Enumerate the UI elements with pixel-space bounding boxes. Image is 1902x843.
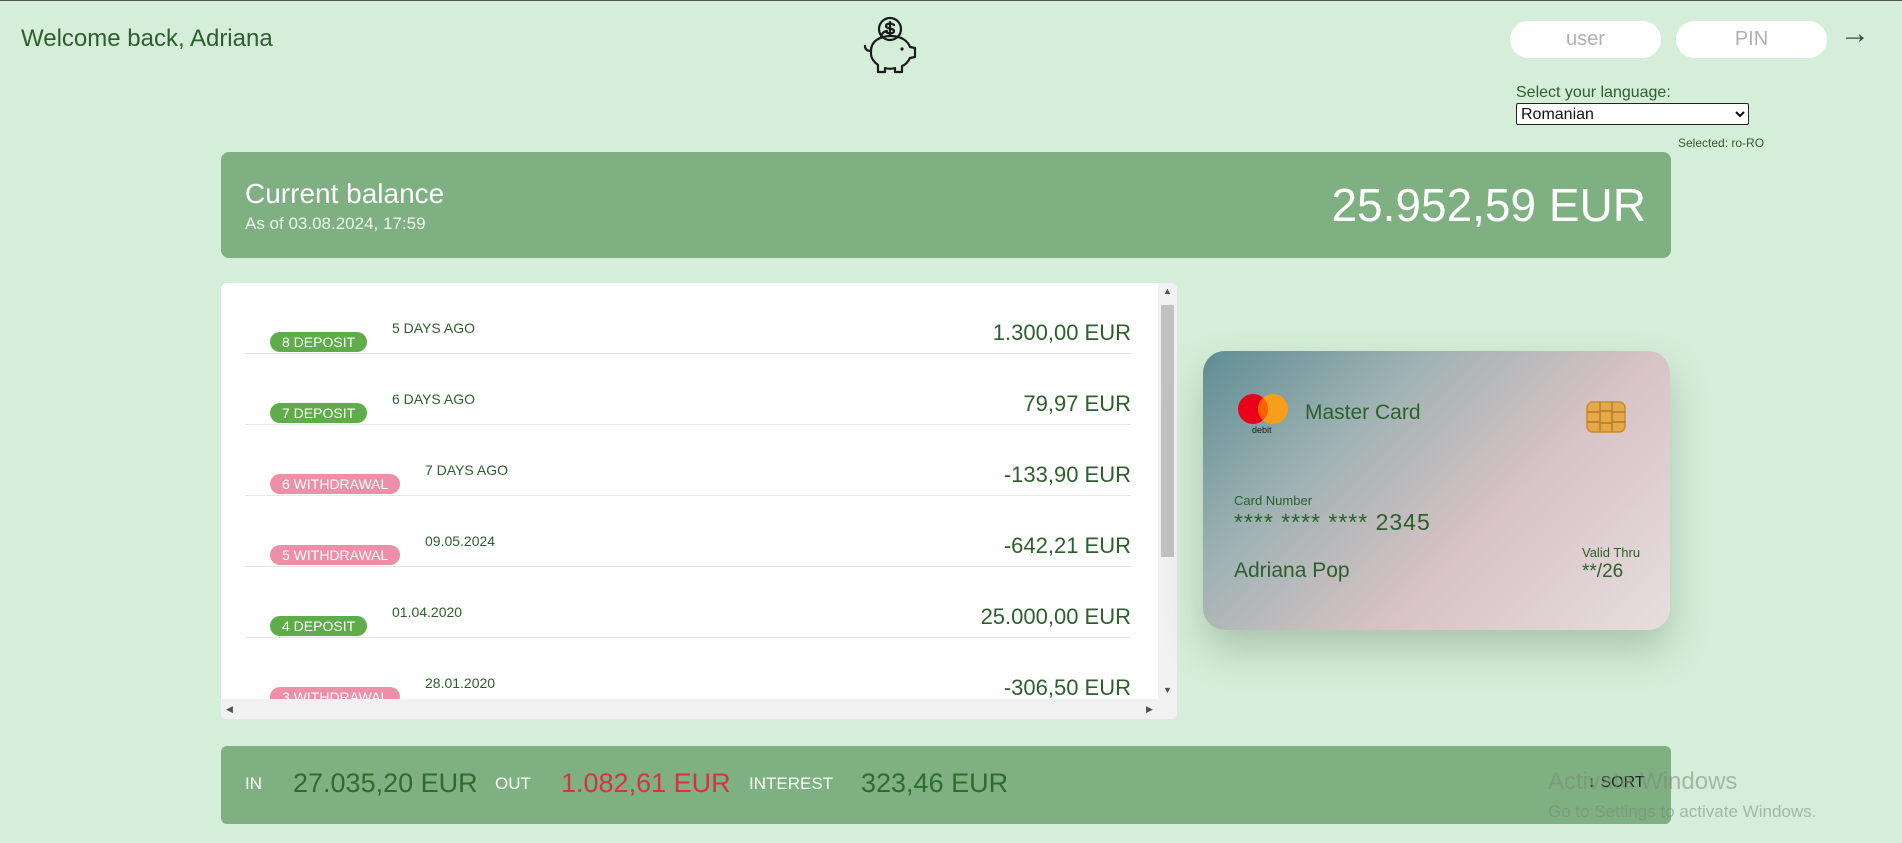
debit-card: debit Master Card Card Number **** **** … <box>1203 351 1670 630</box>
movement-date: 7 DAYS AGO <box>425 462 508 478</box>
balance-value: 25.952,59 EUR <box>1331 179 1646 231</box>
movement-value: -133,90 EUR <box>1003 462 1131 487</box>
card-number-label: Card Number <box>1234 493 1313 508</box>
language-label: Select your language: <box>1516 84 1671 101</box>
movement-row: 5 withdrawal 09.05.2024 -642,21 EUR <box>245 496 1131 567</box>
movements-rows: 8 deposit 5 DAYS AGO 1.300,00 EUR 7 depo… <box>245 283 1131 709</box>
movement-type-badge: 4 deposit <box>270 616 368 636</box>
movement-type-badge: 7 deposit <box>270 403 368 423</box>
movement-type-badge: 8 deposit <box>270 332 368 352</box>
balance-panel: Current balance As of 03.08.2024, 17:59 … <box>221 152 1671 258</box>
language-select[interactable]: Romanian <box>1516 103 1749 125</box>
activate-windows-subtitle: Go to Settings to activate Windows. <box>1548 802 1817 821</box>
summary-interest-value: 323,46 EUR <box>861 768 1009 798</box>
summary-out-value: 1.082,61 EUR <box>561 768 731 798</box>
movement-type-badge: 6 withdrawal <box>270 474 401 494</box>
balance-date: As of 03.08.2024, 17:59 <box>245 214 426 233</box>
horizontal-scrollbar[interactable]: ◀ ▶ <box>221 699 1177 719</box>
card-holder-name: Adriana Pop <box>1234 559 1350 582</box>
piggy-bank-logo-icon <box>863 16 917 74</box>
user-input[interactable] <box>1510 21 1661 58</box>
balance-title: Current balance <box>245 178 445 209</box>
movement-value: -642,21 EUR <box>1003 533 1131 558</box>
scroll-left-icon[interactable]: ◀ <box>221 699 238 719</box>
scroll-right-icon[interactable]: ▶ <box>1141 699 1158 719</box>
card-valid-label: Valid Thru <box>1582 545 1641 560</box>
card-debit-label: debit <box>1252 425 1272 435</box>
movement-row: 8 deposit 5 DAYS AGO 1.300,00 EUR <box>245 283 1131 354</box>
movement-value: 1.300,00 EUR <box>992 320 1131 345</box>
movement-date: 09.05.2024 <box>425 533 496 549</box>
pin-input[interactable] <box>1676 21 1827 58</box>
card-number: **** **** **** 2345 <box>1234 509 1431 535</box>
summary-interest-label: Interest <box>749 774 834 793</box>
card-brand: Master Card <box>1305 401 1421 424</box>
summary-panel: In 27.035,20 EUR Out 1.082,61 EUR Intere… <box>221 746 1671 824</box>
movements-list[interactable]: 8 deposit 5 DAYS AGO 1.300,00 EUR 7 depo… <box>221 283 1177 719</box>
movement-value: 79,97 EUR <box>1023 391 1131 416</box>
movement-value: -306,50 EUR <box>1003 675 1131 700</box>
movement-date: 28.01.2020 <box>425 675 496 691</box>
login-arrow-button[interactable]: → <box>1840 19 1870 49</box>
activate-windows-title: Activate Windows <box>1548 768 1738 795</box>
language-selected-code: Selected: ro-RO <box>1678 136 1765 150</box>
movement-row: 4 deposit 01.04.2020 25.000,00 EUR <box>245 567 1131 638</box>
movement-date: 5 DAYS AGO <box>392 320 475 336</box>
summary-in-label: In <box>245 774 262 793</box>
movement-date: 6 DAYS AGO <box>392 391 475 407</box>
welcome-message: Welcome back, Adriana <box>21 25 273 52</box>
summary-out-label: Out <box>495 774 531 793</box>
scroll-down-icon[interactable]: ▼ <box>1158 682 1177 699</box>
summary-in-value: 27.035,20 EUR <box>293 768 478 798</box>
movement-value: 25.000,00 EUR <box>980 604 1131 629</box>
card-valid-date: **/26 <box>1582 561 1624 582</box>
movement-type-badge: 5 withdrawal <box>270 545 401 565</box>
scroll-up-icon[interactable]: ▲ <box>1158 283 1177 300</box>
movement-row: 6 withdrawal 7 DAYS AGO -133,90 EUR <box>245 425 1131 496</box>
mastercard-logo-icon <box>1238 394 1288 424</box>
scrollbar-thumb[interactable] <box>1161 305 1174 557</box>
movement-row: 7 deposit 6 DAYS AGO 79,97 EUR <box>245 354 1131 425</box>
movement-date: 01.04.2020 <box>392 604 463 620</box>
card-chip-icon <box>1586 401 1626 433</box>
vertical-scrollbar[interactable]: ▲ ▼ <box>1158 283 1177 699</box>
